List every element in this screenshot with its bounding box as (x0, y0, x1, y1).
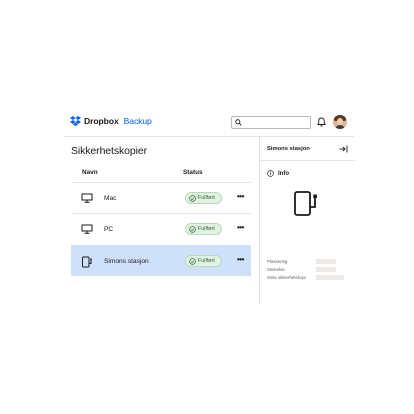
search-icon (235, 119, 242, 126)
info-icon (267, 170, 274, 177)
device-name: PC (104, 226, 114, 233)
info-label: Info (278, 170, 289, 177)
details-panel: Simons stasjon Info Plassering Størrelse (259, 137, 355, 305)
avatar[interactable] (333, 115, 347, 129)
status-label: Fullført (198, 226, 215, 232)
meta-label-location: Plassering (267, 259, 288, 264)
column-header-name: Navn (82, 169, 98, 176)
desktop-icon (81, 224, 93, 234)
meta-value-placeholder (316, 275, 344, 280)
desktop-icon (81, 193, 93, 203)
page-title: Sikkerhetskopier (71, 145, 148, 157)
brand-name: Dropbox (84, 116, 119, 126)
column-header-status: Status (183, 169, 203, 176)
table-row[interactable]: Simons stasjon Fullført ••• (71, 245, 251, 276)
meta-label-size: Størrelse (267, 267, 285, 272)
panel-header: Simons stasjon (260, 137, 355, 161)
status-badge: Fullført (185, 255, 222, 267)
check-circle-icon (189, 194, 196, 202)
status-badge: Fullført (185, 223, 222, 235)
more-options-button[interactable]: ••• (237, 192, 244, 201)
device-name: Mac (104, 195, 117, 202)
table-row[interactable]: Mac Fullført ••• (71, 182, 251, 213)
check-circle-icon (189, 257, 196, 265)
info-section-header: Info (267, 170, 289, 177)
dropbox-backup-logo[interactable]: Dropbox Backup (70, 116, 152, 126)
meta-label-last-backup: Siste sikkerhetskopi (267, 275, 306, 280)
status-label: Fullført (198, 258, 215, 264)
bell-icon[interactable] (317, 117, 326, 127)
backup-app: Dropbox Backup Sikkerhetskopier Navn Stat… (64, 107, 355, 305)
search-input[interactable] (231, 116, 311, 129)
external-drive-icon (82, 256, 92, 268)
table-row[interactable]: PC Fullført ••• (71, 213, 251, 244)
device-name: Simons stasjon (104, 258, 149, 265)
top-bar: Dropbox Backup (64, 107, 354, 137)
close-panel-icon[interactable] (339, 145, 348, 153)
more-options-button[interactable]: ••• (237, 255, 244, 264)
dropbox-logo-icon (70, 116, 81, 126)
panel-title: Simons stasjon (267, 146, 310, 152)
external-drive-icon (294, 191, 317, 216)
meta-value-placeholder (316, 267, 336, 272)
status-badge: Fullført (185, 192, 222, 204)
check-circle-icon (189, 225, 196, 233)
more-options-button[interactable]: ••• (237, 223, 244, 232)
brand-product: Backup (123, 116, 152, 126)
status-label: Fullført (198, 195, 215, 201)
meta-value-placeholder (316, 259, 336, 264)
